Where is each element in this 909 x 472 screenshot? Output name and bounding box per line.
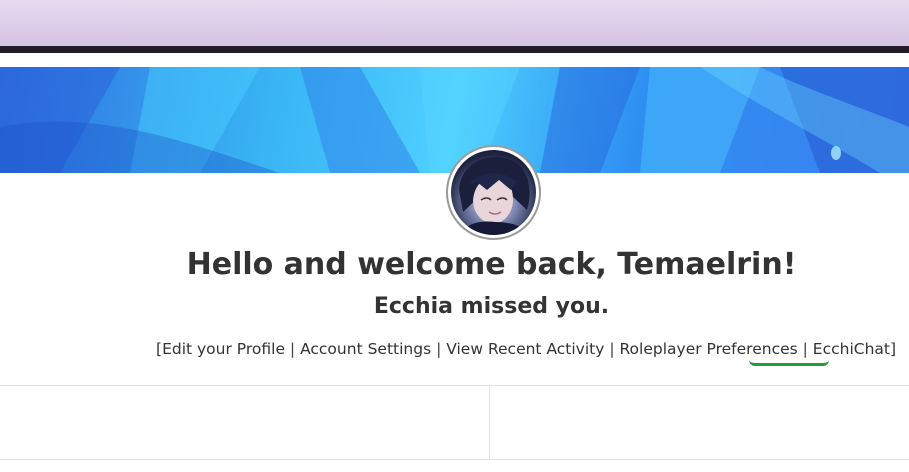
link-separator: | (604, 340, 620, 358)
top-navigation-border (0, 46, 909, 53)
link-separator: | (797, 340, 813, 358)
right-panel (490, 386, 909, 459)
ecchichat-highlight-underline (749, 360, 829, 366)
banner-image (0, 67, 909, 173)
edit-profile-link[interactable]: Edit your Profile (162, 340, 285, 358)
roleplayer-preferences-link[interactable]: Roleplayer Preferences (619, 340, 797, 358)
username: Temaelrin (617, 247, 783, 282)
welcome-subtitle: Ecchia missed you. (373, 294, 610, 319)
avatar-image (451, 150, 536, 235)
link-separator: | (284, 340, 301, 358)
avatar-portrait (459, 157, 530, 235)
welcome-prefix: Hello and welcome back, (186, 247, 618, 282)
link-separator: | (431, 340, 447, 358)
view-recent-activity-link[interactable]: View Recent Activity (446, 340, 604, 358)
welcome-suffix: ! (782, 247, 797, 282)
account-settings-link[interactable]: Account Settings (300, 340, 431, 358)
left-panel (0, 386, 489, 459)
avatar[interactable] (446, 145, 541, 240)
profile-links-bar: [Edit your Profile | Account Settings | … (156, 340, 896, 358)
section-divider-bottom (0, 459, 909, 460)
profile-banner (0, 67, 909, 173)
welcome-heading: Hello and welcome back, Temaelrin! (0, 247, 909, 282)
ecchichat-link[interactable]: EcchiChat (813, 340, 890, 358)
top-navigation-bar (0, 0, 909, 46)
close-bracket: ] (889, 340, 897, 358)
